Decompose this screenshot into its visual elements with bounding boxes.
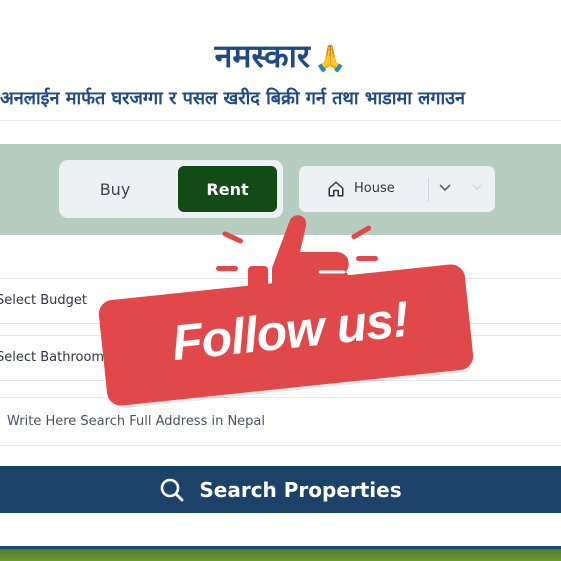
search-properties-button[interactable]: Search Properties <box>0 466 561 513</box>
property-type-select[interactable]: House <box>299 166 495 212</box>
footer-image-strip <box>0 546 561 561</box>
search-button-label: Search Properties <box>199 477 402 502</box>
property-type-value: House <box>354 181 395 196</box>
budget-placeholder: Select Budget <box>0 293 87 308</box>
praying-hands-icon: 🙏 <box>313 44 347 74</box>
rent-tab[interactable]: Rent <box>178 166 277 212</box>
home-icon <box>328 181 344 197</box>
page-subtitle: अनलाईन मार्फत घरजग्गा र पसल खरीद बिक्री … <box>0 88 465 109</box>
greeting-text: नमस्कार <box>214 37 310 75</box>
buy-tab[interactable]: Buy <box>66 166 164 212</box>
bathrooms-placeholder: Select Bathrooms <box>0 350 111 365</box>
address-input[interactable]: Write Here Search Full Address in Nepal <box>0 397 561 446</box>
chevron-down-icon[interactable] <box>437 182 453 194</box>
greeting-heading: नमस्कार 🙏 <box>0 34 561 77</box>
divider <box>0 120 561 121</box>
address-placeholder: Write Here Search Full Address in Nepal <box>7 414 266 429</box>
chevron-down-icon-faint <box>472 184 482 190</box>
search-icon <box>161 478 184 501</box>
select-divider <box>428 178 429 202</box>
